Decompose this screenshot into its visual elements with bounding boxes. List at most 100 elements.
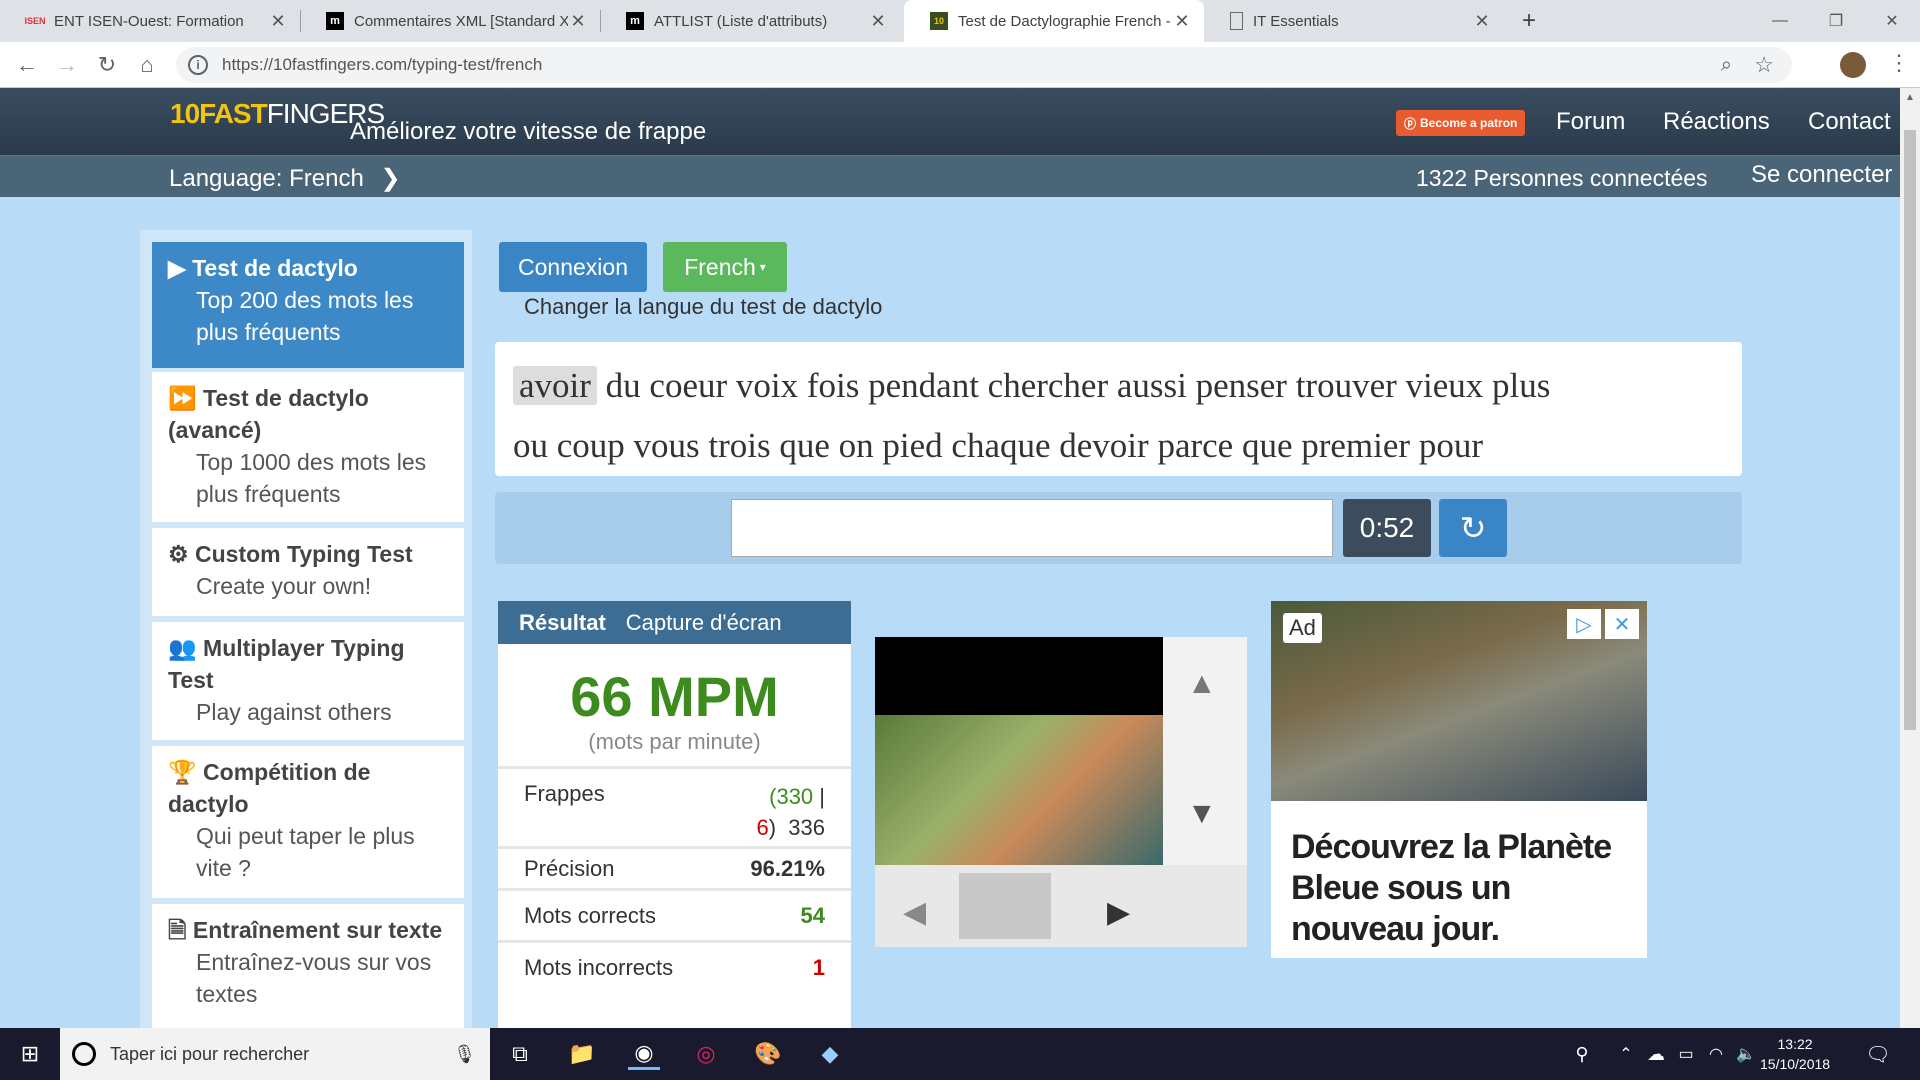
minimize-icon[interactable]: — <box>1752 0 1808 42</box>
scroll-up-icon[interactable]: ▲ <box>1905 92 1915 103</box>
video-player[interactable] <box>875 637 1163 865</box>
forward-icon[interactable]: → <box>52 50 82 80</box>
video-carousel: ▲ ▼ ◀ ▶ <box>875 637 1247 947</box>
tab-screenshot[interactable]: Capture d'écran <box>626 610 782 636</box>
menu-title: Compétition de dactylo <box>168 759 371 817</box>
onedrive-icon[interactable]: ☁ <box>1640 1038 1672 1070</box>
microphone-icon[interactable]: 🎙 <box>453 1044 476 1065</box>
menu-item-custom[interactable]: ⚙ Custom Typing Test Create your own! <box>152 528 464 616</box>
trophy-icon: 🏆 <box>168 759 197 785</box>
home-icon[interactable]: ⌂ <box>132 50 162 80</box>
taskbar-search[interactable]: Taper ici pour rechercher 🎙 <box>60 1028 490 1080</box>
close-tab-icon[interactable]: ✕ <box>1472 11 1492 32</box>
nav-contact[interactable]: Contact <box>1808 108 1891 136</box>
menu-item-competition[interactable]: 🏆 Compétition de dactylo Qui peut taper … <box>152 746 464 898</box>
tab-result[interactable]: Résultat <box>519 610 606 636</box>
words-line-1-rest: du coeur voix fois pendant chercher auss… <box>605 366 1551 405</box>
tab-commentaires-xml[interactable]: m Commentaires XML [Standard XM ✕ <box>300 0 600 42</box>
close-tab-icon[interactable]: ✕ <box>868 11 888 32</box>
fast-forward-icon: ⏩ <box>168 385 197 411</box>
menu-item-text-practice[interactable]: 🗎 Entraînement sur texte Entraînez-vous … <box>152 904 464 1030</box>
restart-icon[interactable]: ↻ <box>1439 499 1507 557</box>
language-dropdown-button[interactable]: French ▾ <box>663 242 787 292</box>
tab-ent-isen[interactable]: ISEN ENT ISEN-Ouest: Formation ✕ <box>0 0 300 42</box>
people-icon[interactable]: ⚲ <box>1566 1038 1598 1070</box>
tab-10fastfingers[interactable]: 10 Test de Dactylographie French - ✕ <box>904 0 1204 42</box>
language-selector[interactable]: Language: French ❯ <box>169 164 401 193</box>
chrome-icon[interactable]: ◉ <box>628 1038 660 1070</box>
chevron-up-icon[interactable]: ⌃ <box>1610 1038 1642 1070</box>
nav-reactions[interactable]: Réactions <box>1663 108 1770 136</box>
result-panel: Résultat Capture d'écran 66 MPM (mots pa… <box>498 601 851 1031</box>
arrow-down-icon[interactable]: ▼ <box>1187 797 1217 831</box>
app-icon[interactable]: ◆ <box>814 1038 846 1070</box>
menu-item-test-advanced[interactable]: ⏩ Test de dactylo (avancé) Top 1000 des … <box>152 372 464 522</box>
new-tab-button[interactable]: + <box>1504 0 1554 42</box>
keystrokes-values: (330 | 6) 336 <box>756 784 825 840</box>
play-icon: ▶ <box>168 255 186 281</box>
logo-main-text: 10FAST <box>170 98 268 129</box>
menu-icon[interactable]: ⋮ <box>1888 50 1910 76</box>
back-icon[interactable]: ← <box>12 50 42 80</box>
system-clock[interactable]: 13:22 15/10/2018 <box>1760 1034 1830 1074</box>
scrollbar-thumb[interactable] <box>1904 130 1916 730</box>
ad-close-icon[interactable]: ✕ <box>1605 609 1639 639</box>
menu-title: Test de dactylo <box>192 255 358 281</box>
carousel-slide-indicator[interactable] <box>959 873 1051 939</box>
video-thumbnail <box>875 715 1163 865</box>
omnibox[interactable]: i https://10fastfingers.com/typing-test/… <box>176 47 1792 83</box>
tab-it-essentials[interactable]: IT Essentials ✕ <box>1204 0 1504 42</box>
nav-forum[interactable]: Forum <box>1556 108 1625 136</box>
isen-favicon-icon: ISEN <box>24 16 46 26</box>
paint-icon[interactable]: 🎨 <box>752 1038 784 1070</box>
menu-title: Multiplayer Typing Test <box>168 635 405 693</box>
close-window-icon[interactable]: ✕ <box>1864 0 1920 42</box>
zoom-icon[interactable]: ⌕ <box>1721 54 1732 77</box>
close-tab-icon[interactable]: ✕ <box>268 11 288 32</box>
arrow-right-icon[interactable]: ▶ <box>1107 895 1130 930</box>
search-placeholder: Taper ici pour rechercher <box>110 1043 310 1064</box>
arrow-up-icon[interactable]: ▲ <box>1187 667 1217 701</box>
menu-item-multiplayer[interactable]: 👥 Multiplayer Typing Test Play against o… <box>152 622 464 740</box>
volume-icon[interactable]: 🔈 <box>1730 1038 1762 1070</box>
restore-icon[interactable]: ❐ <box>1808 0 1864 42</box>
avatar[interactable] <box>1840 52 1866 78</box>
battery-icon[interactable]: ▭ <box>1670 1038 1702 1070</box>
wrong-words-label: Mots incorrects <box>524 954 674 980</box>
language-label: Language: French <box>169 165 364 192</box>
reload-icon[interactable]: ↻ <box>92 50 122 80</box>
menu-subtitle: Top 1000 des mots les plus fréquents <box>196 449 427 507</box>
info-icon[interactable]: i <box>188 55 208 75</box>
close-tab-icon[interactable]: ✕ <box>568 11 588 32</box>
task-view-icon[interactable]: ⧉ <box>504 1038 536 1070</box>
correct-words-value: 54 <box>800 902 825 928</box>
browser-tab-bar: ISEN ENT ISEN-Ouest: Formation ✕ m Comme… <box>0 0 1920 42</box>
keystrokes-wrong: 6 <box>756 815 769 840</box>
menu-item-test[interactable]: ▶ Test de dactylo Top 200 des mots les p… <box>152 242 464 368</box>
caret-down-icon: ▾ <box>759 260 766 274</box>
online-count: 1322 Personnes connectées <box>1416 165 1708 191</box>
debian-icon[interactable]: ◎ <box>690 1038 722 1070</box>
site-header: 10FASTFINGERS Améliorez votre vitesse de… <box>0 88 1900 155</box>
arrow-left-icon[interactable]: ◀ <box>903 895 926 930</box>
become-patron-button[interactable]: ⓟ Become a patron <box>1396 110 1526 136</box>
adchoices-icon[interactable]: ▷ <box>1567 609 1601 639</box>
wifi-icon[interactable]: ◠ <box>1700 1038 1732 1070</box>
typing-input[interactable] <box>731 499 1333 557</box>
ad-badge: Ad <box>1283 613 1322 643</box>
file-explorer-icon[interactable]: 📁 <box>566 1038 598 1070</box>
connexion-button[interactable]: Connexion <box>499 242 647 292</box>
login-link[interactable]: Se connecter <box>1751 161 1892 189</box>
wrong-words-value: 1 <box>812 954 825 980</box>
advertisement[interactable]: Ad ▷ ✕ Découvrez la Planète Bleue sous u… <box>1271 601 1647 958</box>
page-scrollbar[interactable]: ▲ <box>1900 88 1920 1028</box>
url-text[interactable]: https://10fastfingers.com/typing-test/fr… <box>222 55 542 75</box>
windows-start-icon[interactable]: ⊞ <box>14 1038 46 1070</box>
tab-attlist[interactable]: m ATTLIST (Liste d'attributs) ✕ <box>600 0 900 42</box>
users-icon: 👥 <box>168 635 197 661</box>
close-tab-icon[interactable]: ✕ <box>1172 11 1192 32</box>
notifications-icon[interactable]: 🗨 <box>1862 1038 1894 1070</box>
bookmark-star-icon[interactable]: ☆ <box>1754 52 1774 78</box>
patron-label: Become a patron <box>1420 116 1518 130</box>
precision-row: Précision 96.21% <box>498 846 851 888</box>
